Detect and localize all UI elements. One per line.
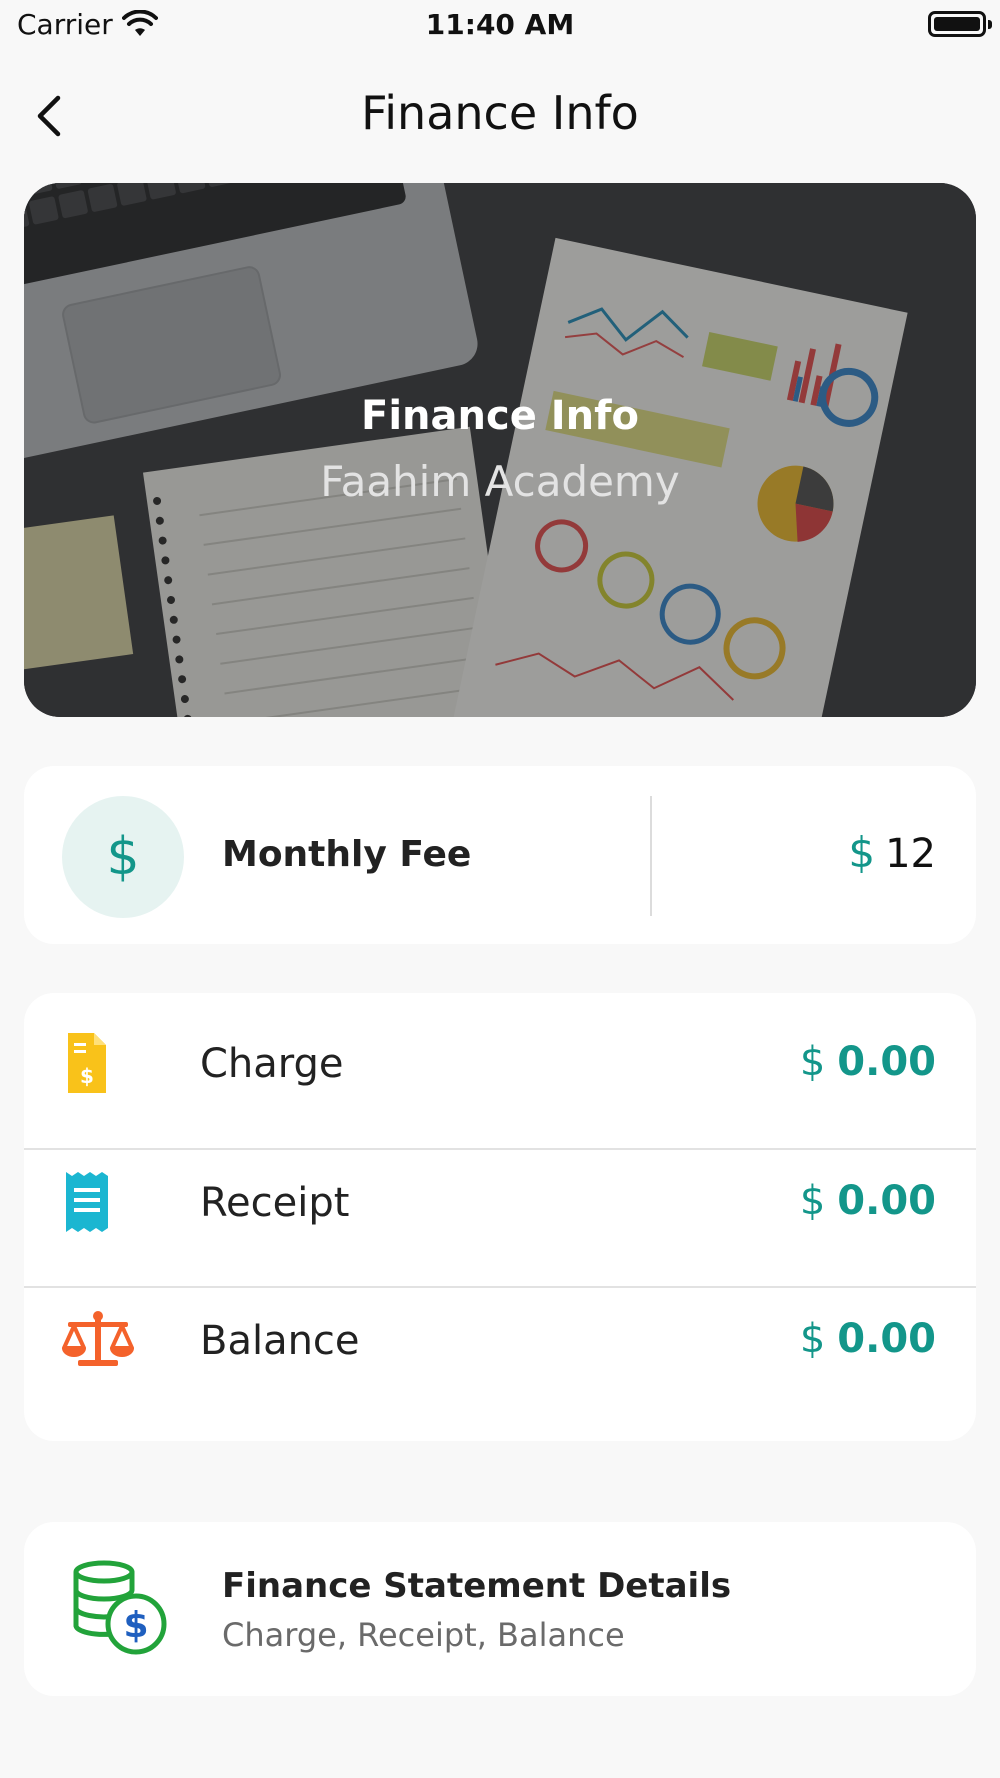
currency-symbol: $ — [799, 1039, 826, 1085]
receipt-value: 0.00 — [837, 1178, 936, 1224]
banner-title: Finance Info — [361, 393, 639, 439]
charge-amount: $0.00 — [800, 1039, 936, 1085]
clock: 11:40 AM — [425, 8, 575, 41]
summary-row-charge: $ Charge $0.00 — [24, 993, 976, 1129]
currency-symbol: $ — [799, 1316, 826, 1362]
currency-symbol: $ — [848, 828, 876, 877]
scale-icon — [62, 1311, 134, 1366]
balance-amount: $0.00 — [800, 1316, 936, 1362]
balance-value: 0.00 — [837, 1316, 936, 1362]
monthly-fee-amount: $12 — [848, 828, 936, 877]
school-name: Faahim Academy — [320, 457, 680, 506]
monthly-fee-label: Monthly Fee — [222, 834, 472, 875]
page-title: Finance Info — [361, 86, 639, 140]
status-bar: Carrier 11:40 AM — [0, 0, 1000, 50]
monthly-fee-value: 12 — [885, 831, 936, 877]
receipt-icon — [66, 1172, 108, 1232]
battery-icon — [928, 11, 992, 37]
finance-banner: Finance Info Faahim Academy — [24, 183, 976, 717]
svg-text:$: $ — [80, 1064, 94, 1088]
summary-row-receipt: Receipt $0.00 — [24, 1132, 976, 1268]
navigation-bar: Finance Info — [0, 60, 1000, 170]
currency-symbol: $ — [799, 1178, 826, 1224]
monthly-fee-card: $ Monthly Fee $12 — [24, 766, 976, 944]
charge-value: 0.00 — [837, 1039, 936, 1085]
svg-text:$: $ — [123, 1605, 148, 1646]
finance-statement-button[interactable]: $ Finance Statement Details Charge, Rece… — [24, 1522, 976, 1696]
divider — [650, 796, 652, 916]
finance-summary-card: $ Charge $0.00 Receipt $0.00 Balance $0.… — [24, 993, 976, 1441]
balance-label: Balance — [200, 1318, 360, 1364]
dollar-icon: $ — [62, 796, 184, 918]
invoice-icon: $ — [68, 1033, 106, 1093]
statement-title: Finance Statement Details — [222, 1566, 732, 1606]
receipt-amount: $0.00 — [800, 1178, 936, 1224]
banner-overlay — [24, 183, 976, 717]
statement-subtitle: Charge, Receipt, Balance — [222, 1616, 625, 1654]
summary-row-balance: Balance $0.00 — [24, 1270, 976, 1406]
receipt-label: Receipt — [200, 1180, 350, 1226]
coins-dollar-icon: $ — [73, 1560, 167, 1655]
charge-label: Charge — [200, 1041, 344, 1087]
